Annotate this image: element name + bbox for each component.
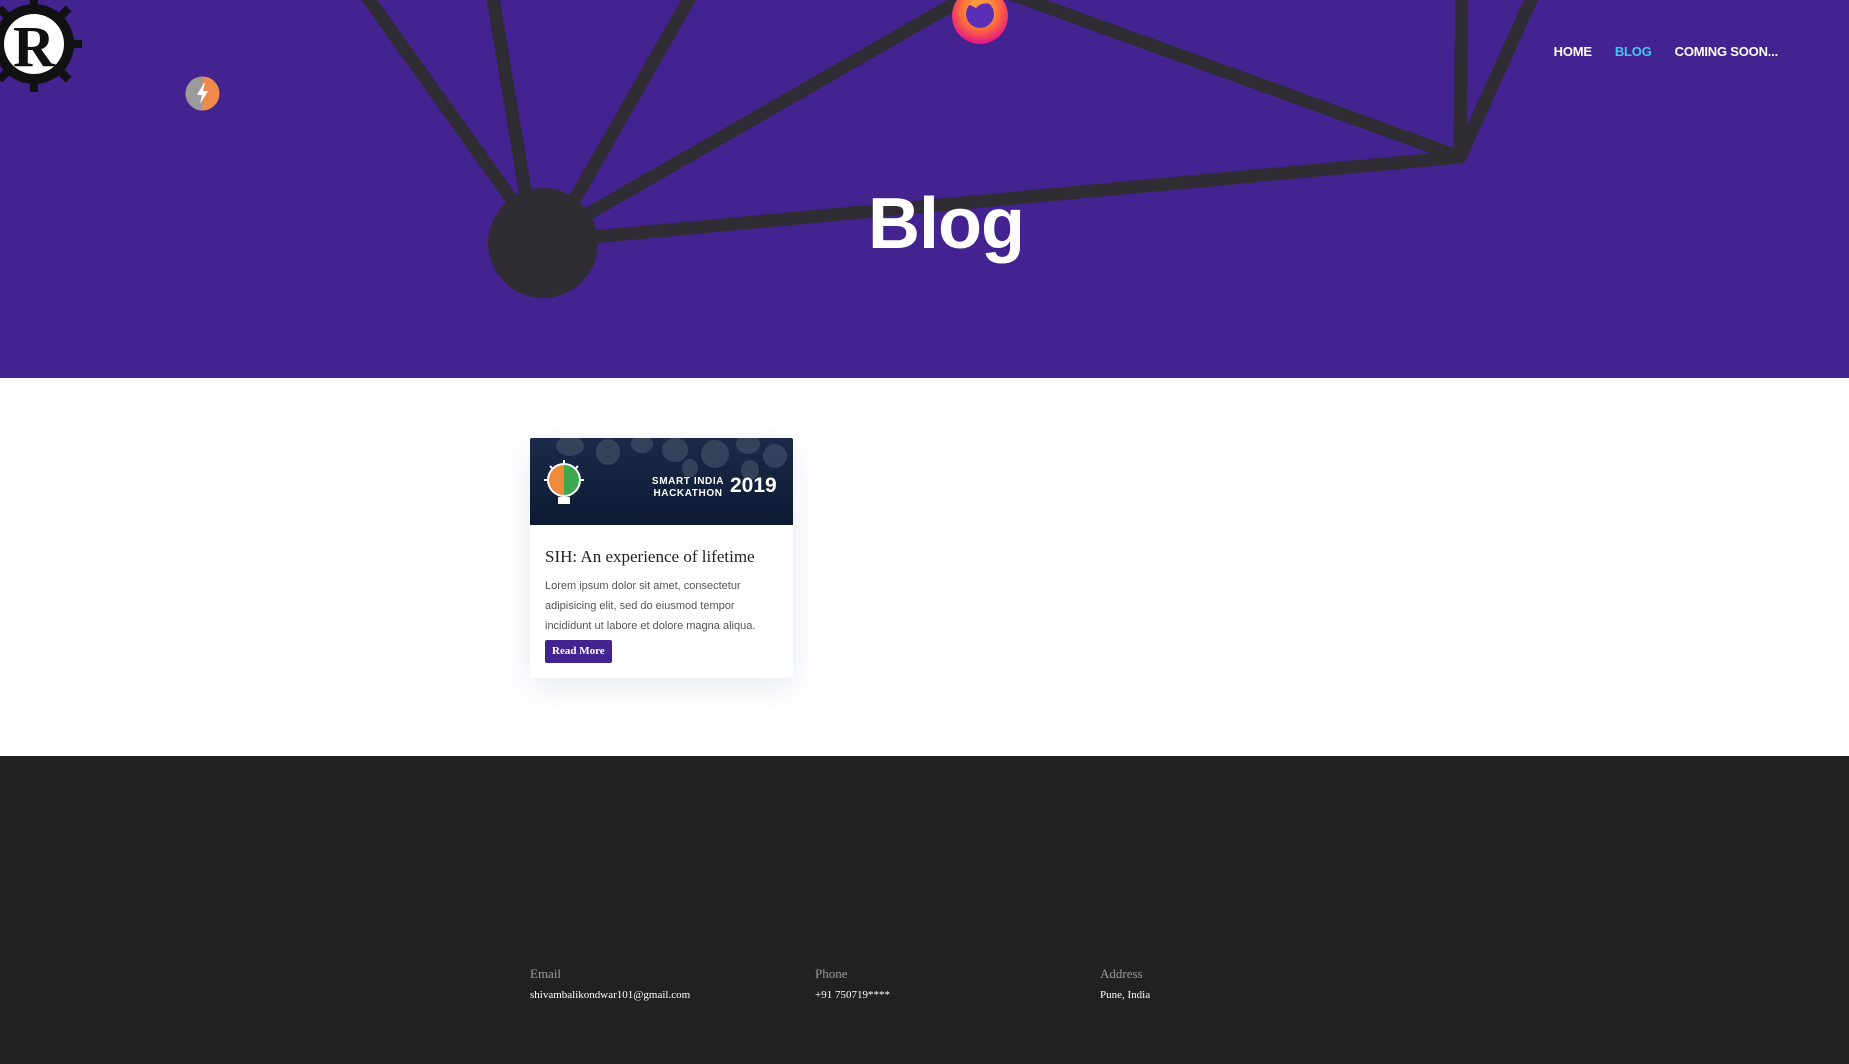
nav-home-link[interactable]: HOME xyxy=(1554,44,1592,60)
banner-year: 2019 xyxy=(730,474,777,497)
address-value: Pune, India xyxy=(1100,989,1151,1001)
lightning-node-icon[interactable] xyxy=(184,75,221,112)
banner-text-line1: SMART INDIA xyxy=(651,476,725,487)
email-label: Email xyxy=(530,966,562,981)
page-title: Blog xyxy=(868,184,1025,264)
main-nav: HOME BLOG COMING SOON... xyxy=(1531,44,1779,60)
firefox-icon[interactable] xyxy=(950,0,1010,46)
hero-banner: R Blog HOME BLOG COMING SOON... xyxy=(0,0,1849,378)
rust-logo-icon[interactable]: R xyxy=(0,0,86,102)
footer-phone: Phone +91 750719**** xyxy=(815,966,890,1002)
footer-email: Email shivambalikondwar101@gmail.com xyxy=(530,966,690,1002)
svg-text:R: R xyxy=(13,14,56,79)
footer-address: Address Pune, India xyxy=(1100,966,1150,1002)
blog-card-title[interactable]: SIH: An experience of lifetime xyxy=(545,546,785,568)
blog-card-excerpt: Lorem ipsum dolor sit amet, consectetur … xyxy=(545,580,756,632)
blog-list-section: SMART INDIA HACKATHON 2019 SIH: An exper… xyxy=(0,378,1849,756)
nav-coming-soon-link[interactable]: COMING SOON... xyxy=(1675,44,1779,60)
address-label: Address xyxy=(1100,966,1143,981)
nav-blog-link[interactable]: BLOG xyxy=(1615,44,1652,60)
read-more-button[interactable]: Read More xyxy=(545,640,612,663)
banner-text-line2: HACKATHON xyxy=(653,488,723,499)
phone-label: Phone xyxy=(815,966,848,981)
email-value[interactable]: shivambalikondwar101@gmail.com xyxy=(530,988,690,1002)
phone-value[interactable]: +91 750719**** xyxy=(815,988,890,1002)
bulb-logo-icon xyxy=(544,460,584,504)
blog-card-image[interactable]: SMART INDIA HACKATHON 2019 xyxy=(530,438,793,525)
footer: Email shivambalikondwar101@gmail.com Pho… xyxy=(0,756,1849,1064)
